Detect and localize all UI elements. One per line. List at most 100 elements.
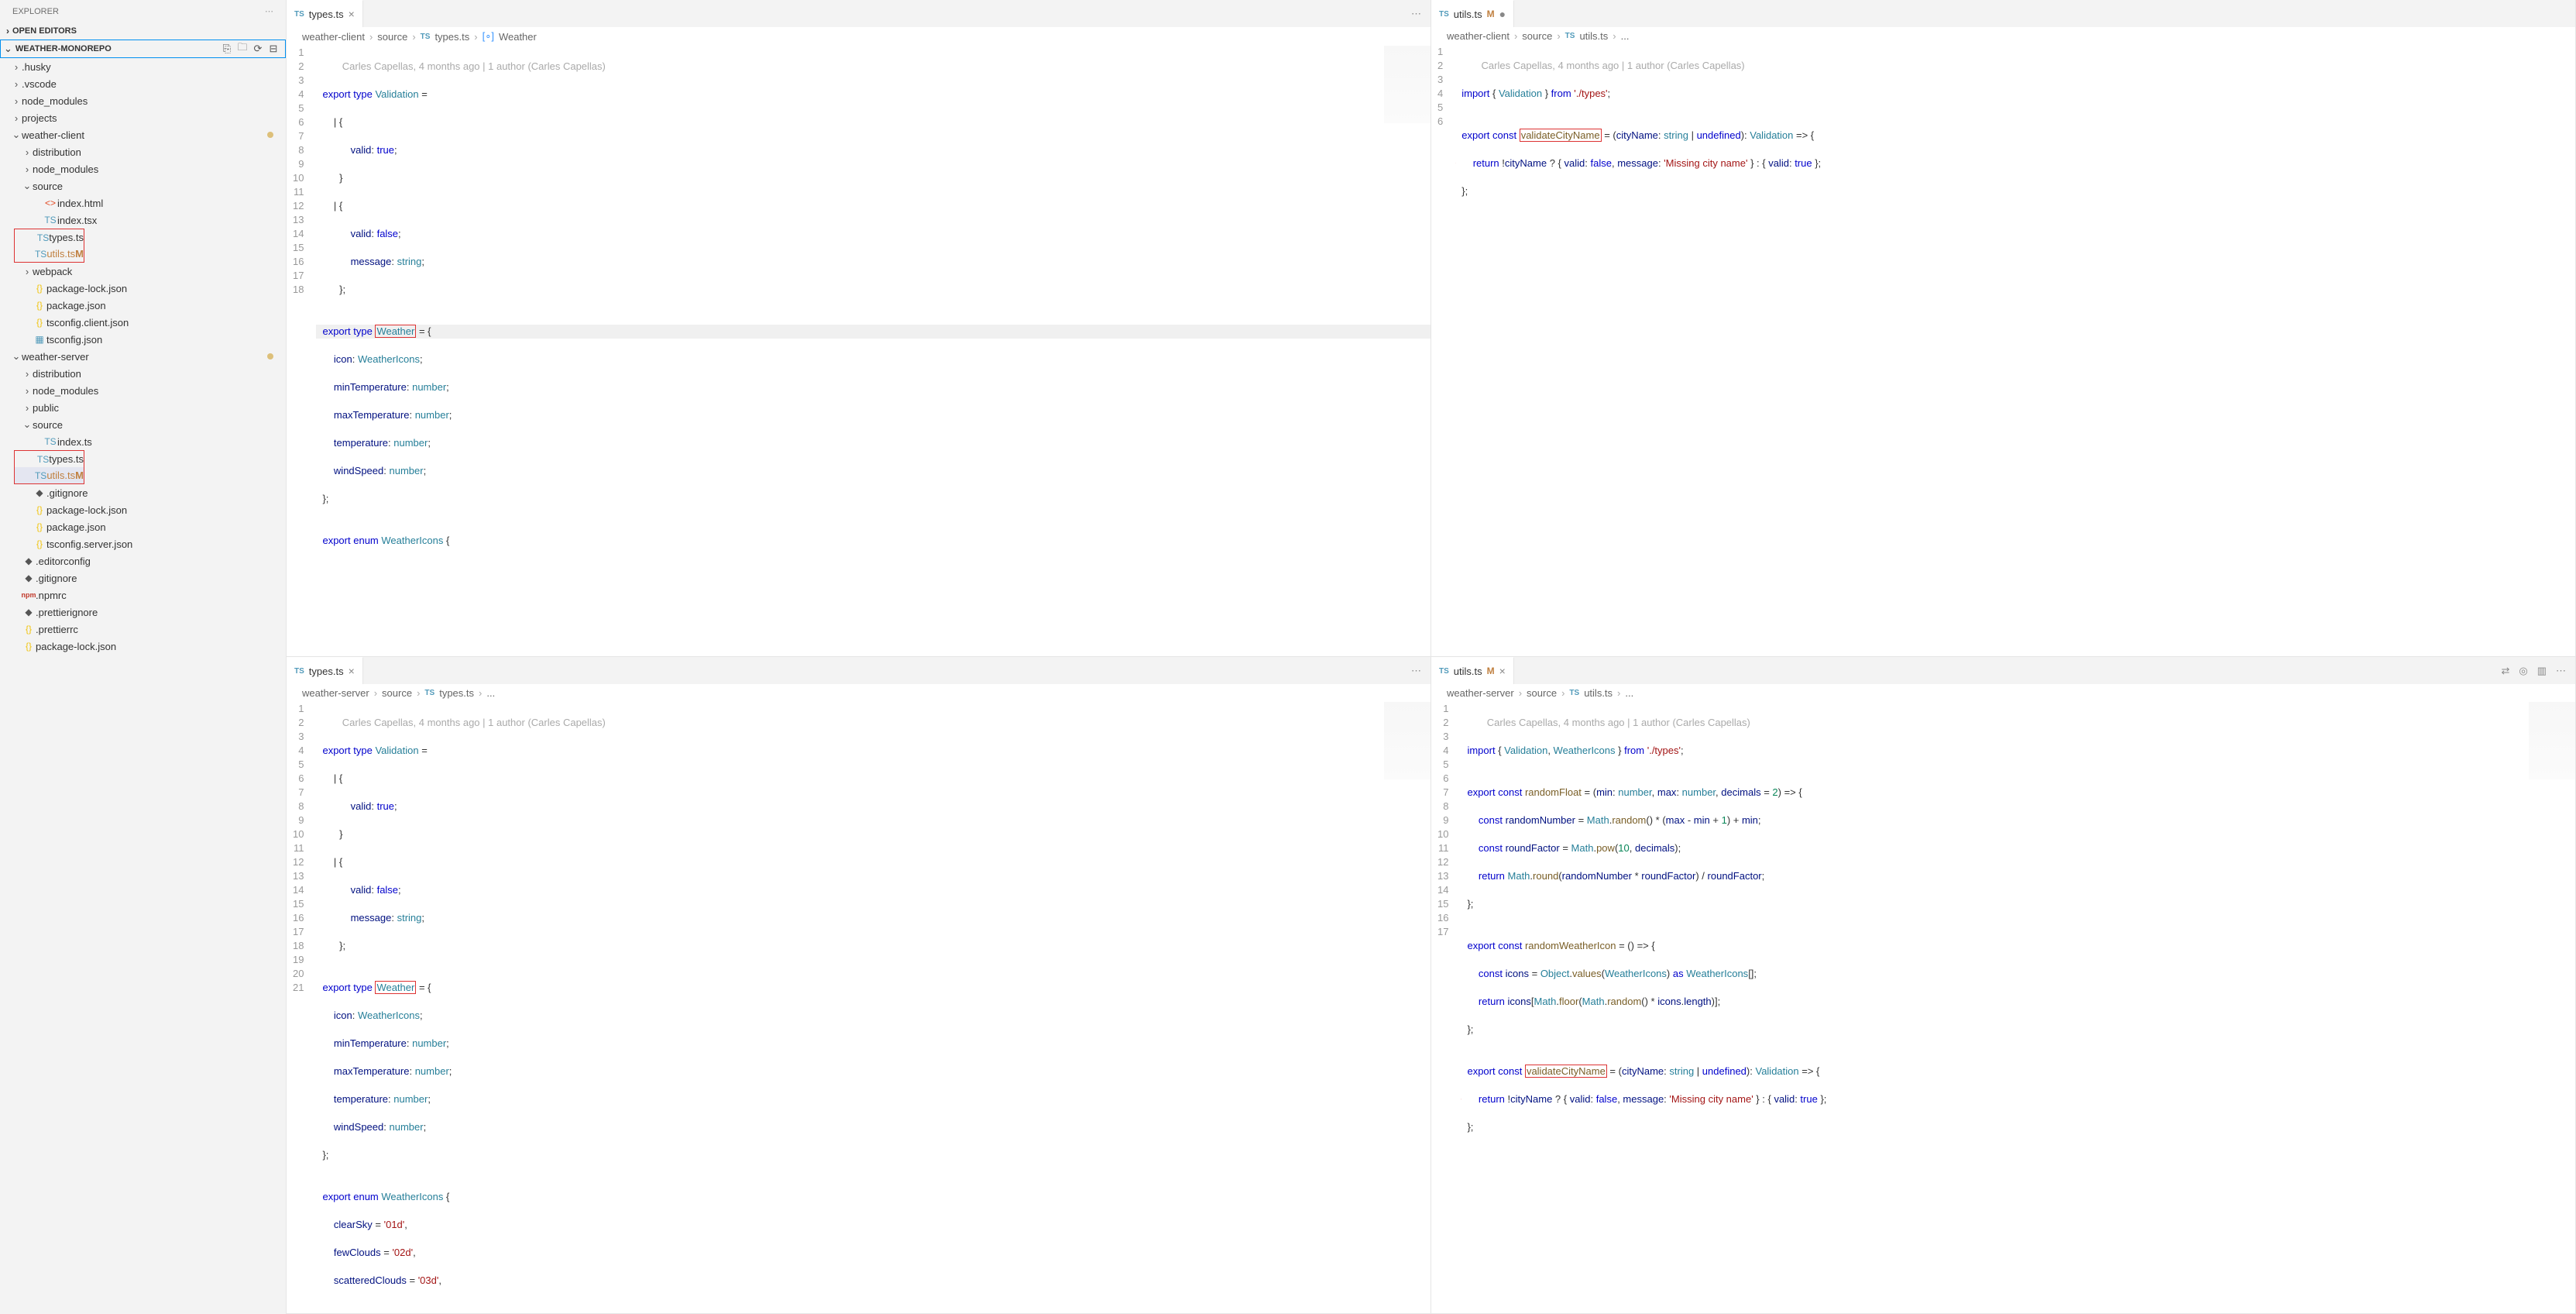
code-editor[interactable]: 1234567891011121314151617 Carles Capella… bbox=[1431, 702, 2575, 1313]
tree-item[interactable]: TSutils.tsM bbox=[14, 246, 84, 263]
tree-item-label: .gitignore bbox=[36, 573, 77, 584]
tree-item[interactable]: TSutils.tsM bbox=[14, 467, 84, 484]
tree-item-label: weather-client bbox=[22, 129, 84, 141]
dirty-dot-icon[interactable]: ● bbox=[1499, 8, 1506, 20]
tab-utils-ts[interactable]: TS utils.ts M ● bbox=[1431, 0, 1514, 27]
crumb[interactable]: source bbox=[377, 31, 407, 43]
more-icon[interactable]: ⋯ bbox=[2556, 665, 2566, 677]
collapse-all-icon[interactable]: ⊟ bbox=[266, 42, 280, 56]
tree-item[interactable]: {}package.json bbox=[0, 518, 286, 535]
crumb[interactable]: utils.ts bbox=[1584, 687, 1613, 699]
crumb[interactable]: ... bbox=[1625, 687, 1633, 699]
crumb[interactable]: weather-client bbox=[1447, 30, 1510, 42]
tree-item[interactable]: TStypes.ts bbox=[14, 229, 84, 246]
close-icon[interactable]: × bbox=[349, 665, 355, 677]
more-icon[interactable]: ⋯ bbox=[1411, 8, 1421, 20]
tab-utils-ts[interactable]: TS utils.ts M × bbox=[1431, 657, 1514, 684]
minimap[interactable] bbox=[1384, 702, 1431, 779]
workspace-root-header[interactable]: ⌄ WEATHER-MONOREPO ⎘ 🗀 ⟳ ⊟ bbox=[0, 40, 286, 58]
tree-item[interactable]: ⌄source bbox=[0, 177, 286, 194]
tree-item[interactable]: ◆.gitignore bbox=[0, 569, 286, 586]
tree-item[interactable]: ›node_modules bbox=[0, 160, 286, 177]
tree-item[interactable]: ›.vscode bbox=[0, 75, 286, 92]
modified-dot-icon bbox=[267, 353, 273, 359]
crumb[interactable]: types.ts bbox=[439, 687, 474, 699]
close-icon[interactable]: × bbox=[1499, 665, 1506, 677]
file-icon: TS bbox=[43, 215, 57, 225]
typescript-icon: TS bbox=[1439, 667, 1449, 676]
tree-item[interactable]: ›webpack bbox=[0, 263, 286, 280]
new-file-icon[interactable]: ⎘ bbox=[220, 42, 234, 56]
tree-item[interactable]: {}tsconfig.server.json bbox=[0, 535, 286, 552]
tree-item[interactable]: ◆.editorconfig bbox=[0, 552, 286, 569]
explorer-more-icon[interactable]: ⋯ bbox=[265, 6, 273, 16]
tree-item[interactable]: ›distribution bbox=[0, 365, 286, 382]
code-editor[interactable]: 123456 Carles Capellas, 4 months ago | 1… bbox=[1431, 45, 2575, 656]
tabbar: TS utils.ts M × ⇄ ◎ ▥ ⋯ bbox=[1431, 657, 2575, 684]
tree-item[interactable]: {}tsconfig.client.json bbox=[0, 314, 286, 331]
tree-item[interactable]: ▦tsconfig.json bbox=[0, 331, 286, 348]
tree-item[interactable]: {}package-lock.json bbox=[0, 638, 286, 655]
tree-item[interactable]: ›node_modules bbox=[0, 382, 286, 399]
crumb[interactable]: source bbox=[1522, 30, 1552, 42]
open-editors-section[interactable]: › OPEN EDITORS bbox=[0, 22, 286, 40]
breadcrumb[interactable]: weather-server› source› TS utils.ts› ... bbox=[1431, 684, 2575, 702]
tree-item-label: index.ts bbox=[57, 436, 92, 448]
chevron-right-icon: › bbox=[6, 26, 9, 36]
breadcrumb[interactable]: weather-server› source› TS types.ts› ... bbox=[287, 684, 1431, 702]
crumb[interactable]: utils.ts bbox=[1579, 30, 1608, 42]
tree-item[interactable]: ⌄weather-server bbox=[0, 348, 286, 365]
crumb[interactable]: weather-server bbox=[302, 687, 369, 699]
crumb[interactable]: weather-client bbox=[302, 31, 365, 43]
tree-item[interactable]: ›public bbox=[0, 399, 286, 416]
tree-item-label: .npmrc bbox=[36, 590, 67, 601]
crumb[interactable]: source bbox=[1527, 687, 1557, 699]
tree-item[interactable]: ›distribution bbox=[0, 143, 286, 160]
code-editor[interactable]: 123456789101112131415161718192021 Carles… bbox=[287, 702, 1431, 1313]
new-folder-icon[interactable]: 🗀 bbox=[235, 42, 249, 56]
tree-item[interactable]: ›.husky bbox=[0, 58, 286, 75]
minimap[interactable] bbox=[2529, 702, 2575, 779]
tree-item[interactable]: ◆.gitignore bbox=[0, 484, 286, 501]
crumb[interactable]: weather-server bbox=[1447, 687, 1514, 699]
crumb[interactable]: types.ts bbox=[434, 31, 469, 43]
tabbar: TS utils.ts M ● bbox=[1431, 0, 2575, 27]
tab-types-ts[interactable]: TS types.ts × bbox=[287, 0, 363, 27]
tree-item[interactable]: ⌄weather-client bbox=[0, 126, 286, 143]
tree-item[interactable]: TStypes.ts bbox=[14, 450, 84, 467]
file-icon: ◆ bbox=[22, 573, 36, 583]
split-icon[interactable]: ▥ bbox=[2537, 665, 2547, 677]
compare-icon[interactable]: ⇄ bbox=[2501, 665, 2509, 677]
tree-item[interactable]: {}package-lock.json bbox=[0, 280, 286, 297]
crumb[interactable]: source bbox=[382, 687, 412, 699]
tab-types-ts[interactable]: TS types.ts × bbox=[287, 657, 363, 684]
tree-item[interactable]: ⌄source bbox=[0, 416, 286, 433]
tree-item[interactable]: ◆.prettierignore bbox=[0, 604, 286, 621]
breadcrumb[interactable]: weather-client› source› TS types.ts› [∘]… bbox=[287, 27, 1431, 46]
tree-item[interactable]: ›projects bbox=[0, 109, 286, 126]
file-icon: ◆ bbox=[22, 607, 36, 617]
tree-item[interactable]: npm.npmrc bbox=[0, 586, 286, 604]
code-editor[interactable]: 123456789101112131415161718 Carles Capel… bbox=[287, 46, 1431, 656]
file-icon: TS bbox=[37, 232, 49, 243]
tree-item[interactable]: {}.prettierrc bbox=[0, 621, 286, 638]
minimap[interactable] bbox=[1384, 46, 1431, 123]
typescript-icon: TS bbox=[1565, 32, 1575, 40]
modified-indicator: M bbox=[1487, 9, 1495, 19]
tree-item-label: webpack bbox=[33, 266, 72, 277]
tree-item[interactable]: ›node_modules bbox=[0, 92, 286, 109]
refresh-icon[interactable]: ⟳ bbox=[251, 42, 265, 56]
tree-item[interactable]: {}package.json bbox=[0, 297, 286, 314]
crumb[interactable]: ... bbox=[1621, 30, 1630, 42]
close-icon[interactable]: × bbox=[349, 8, 355, 20]
crumb[interactable]: Weather bbox=[499, 31, 537, 43]
more-icon[interactable]: ⋯ bbox=[1411, 665, 1421, 677]
tree-item[interactable]: TSindex.tsx bbox=[0, 212, 286, 229]
tree-item-label: distribution bbox=[33, 146, 81, 158]
ring-icon[interactable]: ◎ bbox=[2519, 665, 2527, 677]
breadcrumb[interactable]: weather-client› source› TS utils.ts› ... bbox=[1431, 27, 2575, 45]
tree-item[interactable]: {}package-lock.json bbox=[0, 501, 286, 518]
tree-item[interactable]: TSindex.ts bbox=[0, 433, 286, 450]
tree-item[interactable]: <>index.html bbox=[0, 194, 286, 212]
crumb[interactable]: ... bbox=[486, 687, 495, 699]
